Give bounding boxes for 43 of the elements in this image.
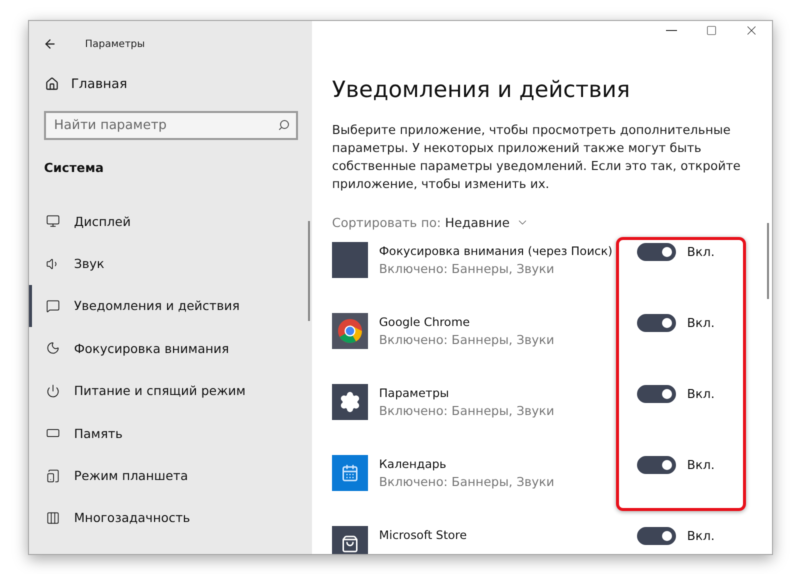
app-status: Включено: Баннеры, Звуки (379, 475, 556, 489)
app-row[interactable]: Календарь Включено: Баннеры, Звуки Вкл. (332, 455, 772, 526)
sidebar-item[interactable]: Многозадачность (29, 496, 312, 540)
sidebar-item[interactable]: Дисплей (29, 200, 312, 242)
page-title: Уведомления и действия (332, 77, 632, 103)
sidebar-item-label: Режим планшета (74, 468, 188, 484)
app-name: Календарь (379, 457, 448, 471)
app-status: Включено: Баннеры, Звуки (379, 333, 556, 347)
section-heading: Система (44, 160, 105, 177)
sidebar-item[interactable]: Память (29, 412, 312, 454)
sort-dropdown[interactable]: Недавние (444, 215, 529, 230)
sort-label: Сортировать по: (332, 215, 441, 230)
sidebar-item[interactable]: Фокусировка внимания (29, 327, 312, 370)
app-status: Включено: Баннеры, Звуки (379, 404, 556, 418)
window-title: Параметры (85, 38, 145, 50)
toggle-label: Вкл. (687, 387, 715, 401)
app-name: Google Chrome (379, 315, 471, 329)
home-link[interactable]: Главная (29, 69, 312, 99)
app-row[interactable]: Фокусировка внимания (через Поиск) Включено: Баннеры, Звуки Вкл. (332, 242, 772, 313)
sidebar-item-label: Дисплей (74, 214, 131, 229)
app-row[interactable]: Microsoft Store Вкл. (332, 526, 772, 554)
toggle-label: Вкл. (687, 316, 715, 330)
sidebar-item[interactable]: Звук (29, 242, 312, 285)
search-field[interactable]: Найти параметр (44, 111, 298, 140)
sidebar-item-label: Уведомления и действия (74, 298, 240, 314)
home-label: Главная (71, 76, 128, 92)
app-row[interactable]: Google Chrome Включено: Баннеры, Звуки Вкл. (332, 313, 772, 384)
toggle-label: Вкл. (687, 458, 715, 472)
sidebar-item-label: Многозадачность (74, 510, 190, 526)
app-row[interactable]: Параметры Включено: Баннеры, Звуки Вкл. (332, 384, 772, 455)
app-name: Фокусировка внимания (через Поиск) (379, 244, 614, 258)
sidebar-item[interactable]: Питание и спящий режим (29, 370, 312, 412)
description: Выберите приложение, чтобы просмотреть дополнительные параметры. У некоторых приложений также могут быть собственные параметры уведомлений. Если это так, откройте приложение, чтобы изменить их. (332, 122, 742, 193)
sidebar-item-label: Память (74, 426, 123, 441)
sidebar-item-label: Звук (74, 256, 104, 272)
toggle-label: Вкл. (687, 245, 715, 259)
toggle-label: Вкл. (687, 529, 715, 543)
app-name: Параметры (379, 386, 450, 400)
sidebar-item-label: Фокусировка внимания (74, 340, 230, 356)
app-name: Microsoft Store (379, 528, 468, 542)
sidebar-item[interactable]: Режим планшета (29, 454, 312, 497)
app-status: Включено: Баннеры, Звуки (379, 262, 556, 276)
sidebar-item-label: Питание и спящий режим (74, 383, 246, 398)
